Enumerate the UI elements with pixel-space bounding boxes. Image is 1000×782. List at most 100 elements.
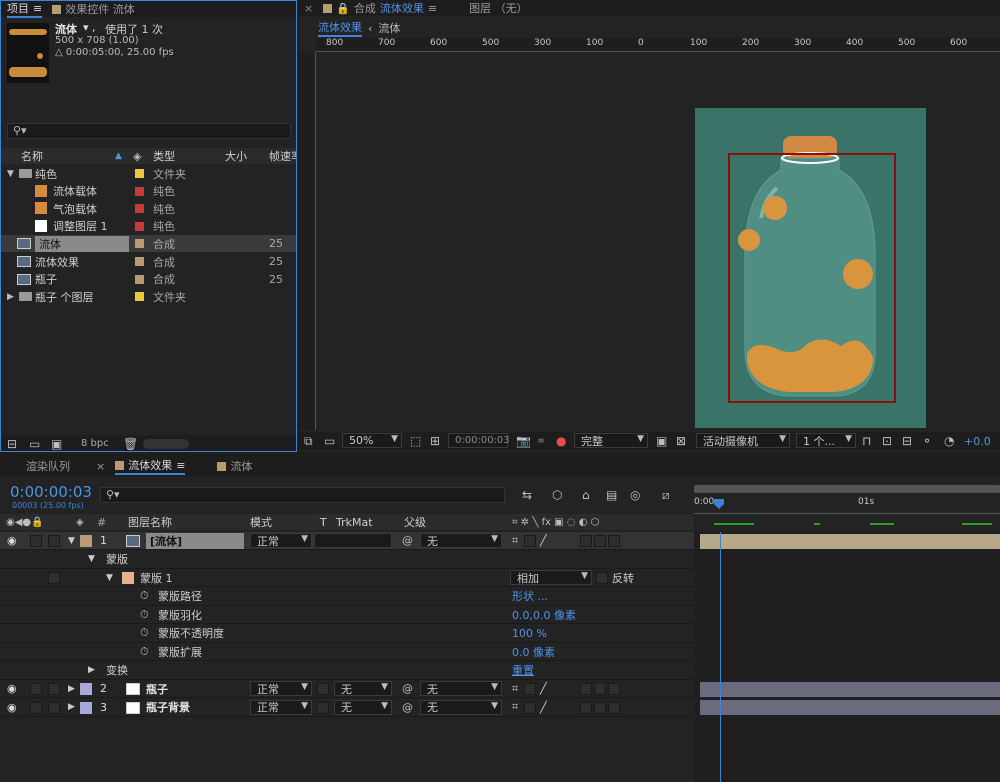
- fast-preview-icon[interactable]: ⊡: [882, 434, 892, 448]
- layer-name[interactable]: [流体]: [146, 532, 244, 549]
- project-scrollbar[interactable]: [143, 439, 189, 449]
- fit-icon[interactable]: ⬚: [410, 434, 421, 448]
- eye-icon[interactable]: ◉: [7, 701, 17, 714]
- solo-toggle[interactable]: [30, 535, 42, 547]
- shy-icon[interactable]: ⌂: [582, 488, 590, 502]
- label-color-swatch[interactable]: [80, 535, 92, 547]
- work-area-bar[interactable]: [694, 485, 1000, 493]
- chevron-right-icon[interactable]: ▶: [68, 684, 75, 694]
- chevron-right-icon[interactable]: ▶: [68, 702, 75, 712]
- property-value[interactable]: 0.0,0.0 像素: [512, 607, 576, 623]
- mask-property-row[interactable]: ⏱ 蒙版路径 形状 ...: [0, 588, 694, 606]
- close-icon[interactable]: ×: [96, 460, 105, 473]
- chevron-down-icon[interactable]: ▼: [88, 554, 95, 564]
- label-color-swatch[interactable]: [80, 683, 92, 695]
- property-value[interactable]: 形状 ...: [512, 588, 548, 604]
- mask-color-swatch[interactable]: [122, 572, 134, 584]
- breadcrumb-item[interactable]: 流体: [378, 20, 400, 36]
- pickwhip-icon[interactable]: @: [402, 534, 413, 547]
- layer-mode-select[interactable]: 正常 ▼: [250, 533, 312, 548]
- pickwhip-icon[interactable]: @: [402, 682, 413, 695]
- project-item[interactable]: 流体效果 合成 25: [1, 253, 296, 270]
- playhead-line[interactable]: [720, 532, 721, 782]
- property-value[interactable]: 0.0 像素: [512, 644, 555, 660]
- stopwatch-icon[interactable]: ⏱: [140, 608, 149, 622]
- transparency-grid-icon[interactable]: ⊠: [676, 434, 686, 448]
- close-icon[interactable]: ×: [304, 2, 313, 15]
- label-color-swatch[interactable]: [135, 169, 144, 178]
- project-item[interactable]: 流体 合成 25: [1, 235, 296, 253]
- layer-name[interactable]: 瓶子: [146, 681, 168, 697]
- column-size[interactable]: 大小: [225, 148, 247, 164]
- label-tag-icon[interactable]: ◈: [133, 150, 141, 163]
- chevron-right-icon[interactable]: ▶: [7, 292, 14, 302]
- column-fps[interactable]: 帧速率: [269, 148, 296, 164]
- project-item[interactable]: 瓶子 合成 25: [1, 271, 296, 288]
- project-item[interactable]: 调整图层 1 纯色: [1, 218, 296, 235]
- adjustment-switch[interactable]: [594, 683, 606, 695]
- eye-icon[interactable]: ◉: [7, 534, 17, 547]
- time-ruler[interactable]: 0:00s 01s: [694, 483, 1000, 525]
- timecode-field[interactable]: 0:00:00:03: [448, 433, 510, 448]
- toggle-pixel-icon[interactable]: ⊓: [862, 434, 871, 448]
- layer-bar-2[interactable]: [700, 682, 1000, 697]
- transform-row[interactable]: ▶ 变换 重置: [0, 662, 694, 680]
- chevron-down-icon[interactable]: ▼: [7, 169, 14, 179]
- mask-group-row[interactable]: ▼ 蒙版: [0, 551, 694, 569]
- column-parent[interactable]: 父级: [404, 514, 426, 530]
- mask-property-row[interactable]: ⏱ 蒙版扩展 0.0 像素: [0, 643, 694, 661]
- motion-blur-switch[interactable]: [580, 701, 592, 714]
- mask-name[interactable]: 蒙版 1: [140, 570, 173, 586]
- parent-select[interactable]: 无 ▼: [420, 533, 502, 548]
- grid-icon[interactable]: ⊞: [430, 434, 440, 448]
- column-mode[interactable]: 模式: [250, 514, 272, 530]
- shy-switch-icon[interactable]: ⌗: [512, 700, 518, 714]
- timeline-icon[interactable]: ⊟: [902, 434, 912, 448]
- dropdown-arrow-icon[interactable]: ▾ ,: [83, 21, 96, 34]
- breadcrumb-item[interactable]: 流体效果: [318, 19, 362, 37]
- interpret-footage-icon[interactable]: ⊟: [7, 437, 17, 451]
- panel-menu-icon[interactable]: ≡: [176, 459, 185, 472]
- trkmat-select[interactable]: 无 ▼: [334, 681, 392, 696]
- collapse-switch[interactable]: [524, 535, 536, 547]
- 3d-switch[interactable]: [608, 683, 620, 695]
- chevron-down-icon[interactable]: ▼: [106, 573, 113, 583]
- column-trkmat[interactable]: TrkMat: [336, 516, 373, 529]
- timeline-timecode[interactable]: 0:00:00:03: [10, 483, 92, 501]
- 3d-switch[interactable]: [608, 701, 620, 714]
- layer-row[interactable]: ◉ ▼ 1 [流体] 正常 ▼ @ 无 ▼ ⌗ ╱: [0, 532, 694, 550]
- column-name[interactable]: 名称: [21, 148, 43, 164]
- pickwhip-icon[interactable]: @: [402, 701, 413, 714]
- panel-menu-icon[interactable]: ≡: [33, 2, 42, 15]
- property-value[interactable]: 100 %: [512, 627, 547, 640]
- quality-switch-icon[interactable]: ╱: [540, 701, 547, 714]
- tab-timeline-other[interactable]: 流体: [217, 458, 252, 474]
- stopwatch-icon[interactable]: ⏱: [140, 626, 149, 640]
- tab-effect-controls[interactable]: 效果控件 流体: [52, 1, 135, 17]
- panel-menu-icon[interactable]: ≡: [428, 2, 437, 15]
- exposure-value[interactable]: +0.0: [964, 435, 991, 448]
- column-type[interactable]: 类型: [153, 148, 175, 164]
- preserve-transparency-toggle[interactable]: [317, 683, 329, 695]
- project-item[interactable]: ▶ 瓶子 个图层 文件夹: [1, 288, 296, 305]
- show-snapshot-icon[interactable]: ⚭: [536, 434, 546, 448]
- parent-select[interactable]: 无 ▼: [420, 681, 502, 696]
- stopwatch-icon[interactable]: ⏱: [140, 589, 149, 603]
- mask-mode-select[interactable]: 相加 ▼: [510, 570, 592, 585]
- solo-toggle[interactable]: [30, 683, 42, 695]
- trkmat-select[interactable]: 无 ▼: [334, 699, 392, 715]
- new-folder-icon[interactable]: ▭: [29, 437, 40, 451]
- mask-lock-toggle[interactable]: [48, 572, 60, 584]
- monitor-icon[interactable]: ▭: [324, 434, 335, 448]
- layer-row[interactable]: ◉ ▶ 2 瓶子 正常 ▼ 无 ▼ @ 无 ▼ ⌗ ╱: [0, 680, 694, 698]
- quality-select[interactable]: 完整 ▼: [574, 433, 648, 448]
- project-search-input[interactable]: ⚲▾: [7, 123, 291, 139]
- lock-toggle[interactable]: [48, 535, 60, 547]
- label-color-swatch[interactable]: [80, 701, 92, 714]
- lock-icon[interactable]: 🔒: [336, 2, 350, 15]
- label-color-swatch[interactable]: [135, 204, 144, 214]
- always-preview-icon[interactable]: ⧉: [304, 434, 313, 449]
- label-color-swatch[interactable]: [135, 274, 144, 284]
- solo-toggle[interactable]: [30, 701, 42, 714]
- label-color-swatch[interactable]: [135, 186, 144, 196]
